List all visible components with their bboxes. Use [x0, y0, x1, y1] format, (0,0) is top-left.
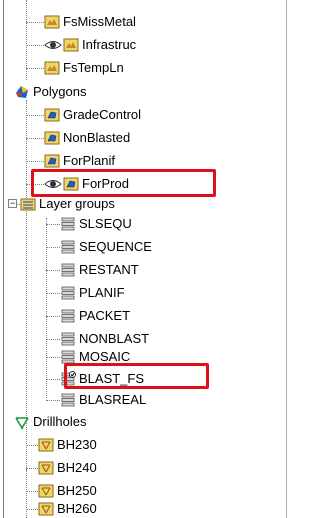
- tree-item-nonblasted[interactable]: NonBlasted: [26, 128, 130, 148]
- drillhole-layer-icon: [38, 437, 54, 453]
- tree-item-label: BH240: [57, 460, 97, 475]
- polygon-layer-icon: [44, 153, 60, 169]
- tree-item-bh250[interactable]: BH250: [26, 481, 97, 501]
- drillhole-layer-icon: [38, 483, 54, 499]
- tree-item-label: BH260: [57, 501, 97, 516]
- tree-item-restant[interactable]: RESTANT: [46, 260, 139, 280]
- tree-item-nonblast[interactable]: NONBLAST: [46, 329, 149, 349]
- tree-group-label: Drillholes: [33, 414, 87, 429]
- tree-item-gradecontrol[interactable]: GradeControl: [26, 105, 141, 125]
- polygon-layer-icon: [44, 130, 60, 146]
- layer-stack-icon: [60, 308, 76, 324]
- tree-item-fsmissmetal[interactable]: FsMissMetal: [26, 12, 136, 32]
- tree-group-layer-groups[interactable]: Layer groups: [16, 194, 115, 214]
- layer-stack-icon: [60, 216, 76, 232]
- drillhole-layer-icon: [38, 460, 54, 476]
- highlight-box-blast-fs: [64, 363, 209, 389]
- layer-stack-icon: [60, 392, 76, 408]
- tree-item-label: SEQUENCE: [79, 239, 152, 254]
- tree-group-label: Polygons: [33, 84, 87, 99]
- tree-item-label: ForPlanif: [63, 153, 116, 168]
- tree-item-planif[interactable]: PLANIF: [46, 283, 125, 303]
- tree-group-polygons[interactable]: Polygons: [14, 82, 86, 102]
- tree-item-infrastruc[interactable]: Infrastruc: [26, 35, 136, 55]
- tree-item-label: NonBlasted: [63, 130, 131, 145]
- tree-item-label: GradeControl: [63, 107, 142, 122]
- layer-stack-icon: [60, 285, 76, 301]
- layer-stack-icon: [60, 262, 76, 278]
- raster-layer-icon: [63, 37, 79, 53]
- drillholes-icon: [14, 414, 30, 430]
- tree-group-drillholes[interactable]: Drillholes: [14, 412, 86, 432]
- raster-layer-icon: [44, 60, 60, 76]
- tree-item-packet[interactable]: PACKET: [46, 306, 130, 326]
- tree-item-label: Infrastruc: [82, 37, 137, 52]
- tree-item-blasreal[interactable]: BLASREAL: [46, 390, 146, 410]
- tree-item-bh230[interactable]: BH230: [26, 435, 97, 455]
- layer-tree-panel: FsMissMetal Infrastruc FsTempLn Polygons: [3, 0, 287, 518]
- layer-stack-icon: [60, 331, 76, 347]
- tree-item-bh240[interactable]: BH240: [26, 458, 97, 478]
- visibility-eye-icon[interactable]: [44, 39, 62, 51]
- layer-groups-icon: [20, 196, 36, 212]
- layer-stack-icon: [60, 239, 76, 255]
- tree-item-label: FsTempLn: [63, 60, 124, 75]
- tree-item-label: FsMissMetal: [63, 14, 136, 29]
- raster-layer-icon: [44, 14, 60, 30]
- tree-item-label: BLASREAL: [79, 392, 147, 407]
- tree-item-fstempln[interactable]: FsTempLn: [26, 58, 124, 78]
- tree-item-label: SLSEQU: [79, 216, 132, 231]
- tree-item-slsequ[interactable]: SLSEQU: [46, 214, 132, 234]
- tree-item-label: PACKET: [79, 308, 131, 323]
- tree-item-label: BH230: [57, 437, 97, 452]
- tree-item-label: NONBLAST: [79, 331, 150, 346]
- polygon-layer-icon: [44, 107, 60, 123]
- tree-item-label: BH250: [57, 483, 97, 498]
- drillhole-layer-icon: [38, 501, 54, 517]
- tree-item-forplanif[interactable]: ForPlanif: [26, 151, 115, 171]
- highlight-box-forprod: [31, 169, 216, 197]
- tree-item-label: PLANIF: [79, 285, 125, 300]
- tree-item-sequence[interactable]: SEQUENCE: [46, 237, 152, 257]
- tree-item-label: RESTANT: [79, 262, 139, 277]
- tree-group-label: Layer groups: [39, 196, 115, 211]
- tree-item-bh260[interactable]: BH260: [26, 499, 97, 518]
- polygons-icon: [14, 84, 30, 100]
